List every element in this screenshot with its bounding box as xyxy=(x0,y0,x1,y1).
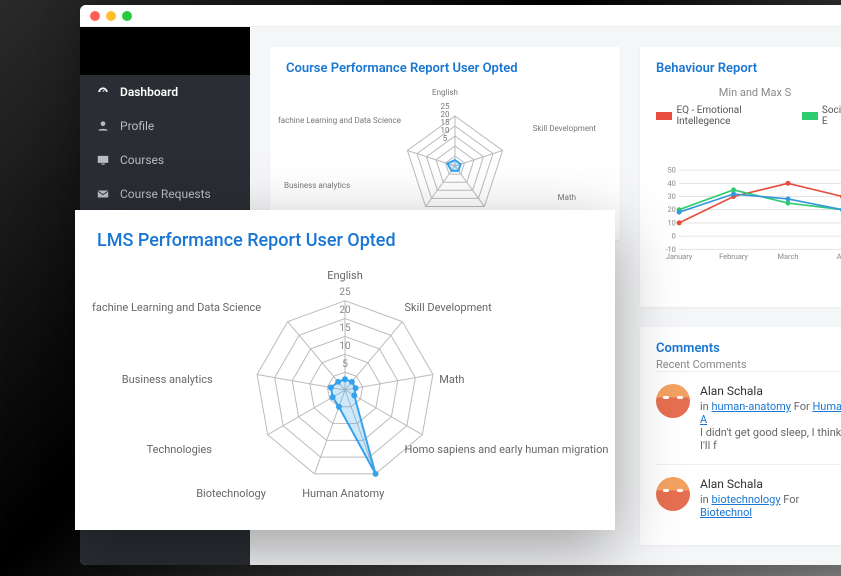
comment-author: Alan Schala xyxy=(700,477,841,491)
card-title: Comments xyxy=(656,341,841,356)
overlay-title: LMS Performance Report User Opted xyxy=(97,230,593,251)
comment-author: Alan Schala xyxy=(700,384,841,398)
minimize-window-icon[interactable] xyxy=(106,11,116,21)
comment-category-link[interactable]: biotechnology xyxy=(711,493,780,506)
radar-chart-large: English Skill Development Math Homo sapi… xyxy=(97,265,593,515)
axis-label: Homo sapiens and early human migration xyxy=(405,443,609,456)
lms-performance-overlay: LMS Performance Report User Opted Englis… xyxy=(75,210,615,530)
axis-label: Math xyxy=(439,373,464,386)
axis-label: English xyxy=(327,269,363,282)
axis-label: Skill Development xyxy=(533,124,596,133)
sidebar-item-course-requests[interactable]: Course Requests xyxy=(80,177,250,211)
radar-chart-small: English Skill Development Math Business … xyxy=(286,86,604,226)
svg-text:Apr: Apr xyxy=(837,252,841,261)
monitor-icon xyxy=(96,153,110,167)
axis-label: English xyxy=(432,88,458,97)
comment-item: Alan Schala in biotechnology For Biotech… xyxy=(656,464,841,531)
avatar xyxy=(656,477,690,511)
comment-text: I didn't get good sleep, I think I'll f xyxy=(700,426,841,452)
maximize-window-icon[interactable] xyxy=(122,11,132,21)
card-title: Behaviour Report xyxy=(656,61,841,76)
svg-text:January: January xyxy=(666,252,693,261)
svg-text:50: 50 xyxy=(667,166,675,175)
nav-label: Course Requests xyxy=(120,187,211,201)
nav-label: Courses xyxy=(120,153,164,167)
behaviour-card: Behaviour Report Min and Max S EQ - Emot… xyxy=(640,47,841,307)
tick: 5 xyxy=(342,359,348,370)
nav-label: Dashboard xyxy=(120,85,178,99)
svg-text:10: 10 xyxy=(667,218,675,227)
swatch-icon xyxy=(656,112,672,120)
comment-category-link[interactable]: human-anatomy xyxy=(711,400,791,413)
swatch-icon xyxy=(802,112,818,120)
nav-label: Profile xyxy=(120,119,154,133)
sidebar-item-dashboard[interactable]: Dashboard xyxy=(80,75,250,109)
card-title: Course Performance Report User Opted xyxy=(286,61,604,76)
axis-label: Skill Development xyxy=(405,301,492,314)
svg-text:0: 0 xyxy=(672,232,676,241)
card-subtitle: Recent Comments xyxy=(656,358,841,371)
axis-label: Biotechnology xyxy=(196,487,266,500)
svg-text:February: February xyxy=(719,252,748,261)
gauge-icon xyxy=(96,85,110,99)
comment-course-link[interactable]: Biotechnol xyxy=(700,506,752,519)
axis-label: Business analytics xyxy=(284,181,350,190)
axis-label: Business analytics xyxy=(122,373,213,386)
svg-text:40: 40 xyxy=(667,179,675,188)
comment-item: Alan Schala in human-anatomy For Human A… xyxy=(656,371,841,464)
tick: 10 xyxy=(339,341,350,352)
axis-label: Math xyxy=(558,193,576,202)
comment-context: in biotechnology For Biotechnol xyxy=(700,493,841,519)
svg-text:20: 20 xyxy=(667,205,675,214)
tick: 20 xyxy=(339,305,350,316)
svg-text:30: 30 xyxy=(667,192,675,201)
legend-social: Social E xyxy=(802,105,841,127)
axis-label: fachine Learning and Data Science xyxy=(278,116,401,125)
window-titlebar xyxy=(80,5,841,27)
card-subtitle: Min and Max S xyxy=(656,86,841,99)
envelope-icon xyxy=(96,187,110,201)
tick: 15 xyxy=(339,323,350,334)
close-window-icon[interactable] xyxy=(90,11,100,21)
axis-label: Technologies xyxy=(147,443,212,456)
user-icon xyxy=(96,119,110,133)
axis-label: fachine Learning and Data Science xyxy=(92,301,261,314)
tick: 5 xyxy=(443,134,448,143)
tick: 25 xyxy=(339,287,350,298)
comments-card: Comments Recent Comments Alan Schala in … xyxy=(640,327,841,545)
sidebar-item-courses[interactable]: Courses xyxy=(80,143,250,177)
legend-eq: EQ - Emotional Intellegence xyxy=(656,105,788,127)
avatar xyxy=(656,384,690,418)
svg-text:March: March xyxy=(778,252,799,261)
axis-label: Human Anatomy xyxy=(302,487,384,500)
chart-legend: EQ - Emotional Intellegence Social E xyxy=(656,105,841,127)
logo-area xyxy=(80,27,250,75)
comment-context: in human-anatomy For Human A xyxy=(700,400,841,426)
sidebar-item-profile[interactable]: Profile xyxy=(80,109,250,143)
line-chart: 50 40 30 20 10 0 -10 January February Ma… xyxy=(656,133,841,293)
